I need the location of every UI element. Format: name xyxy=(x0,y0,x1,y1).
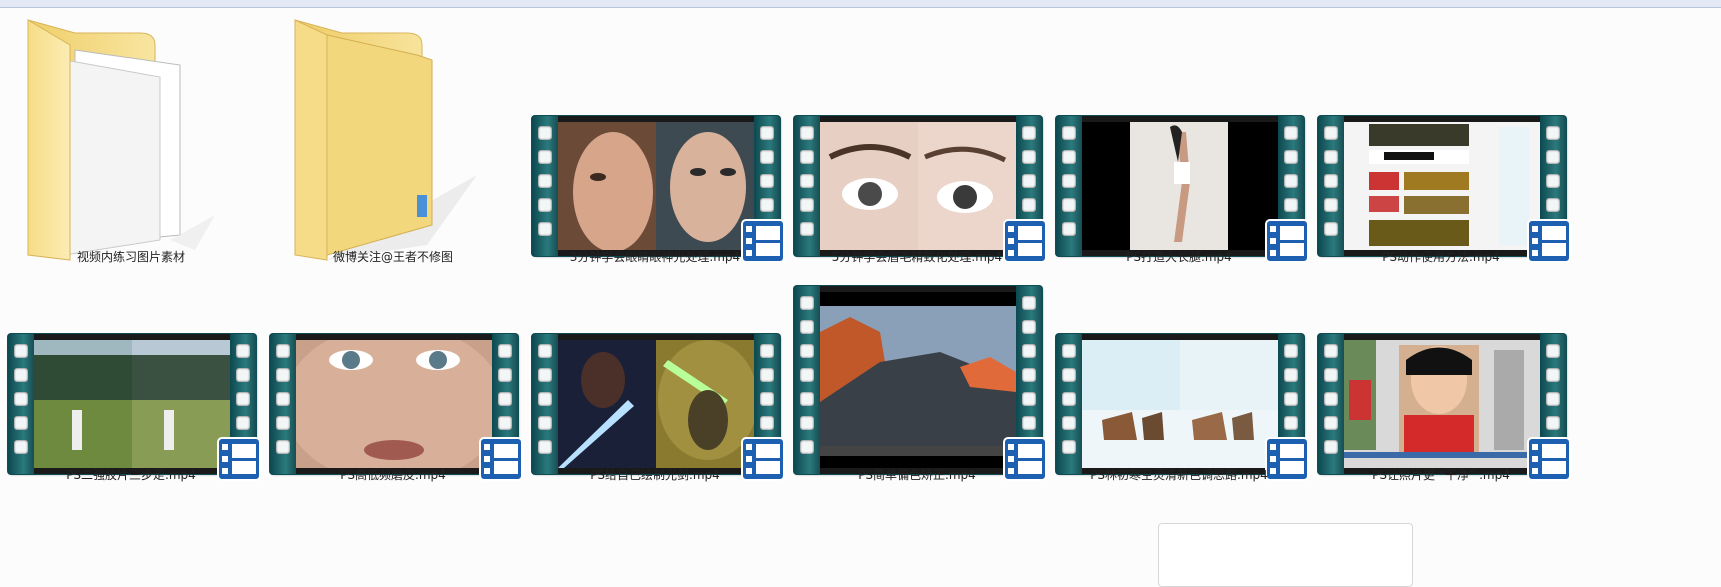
film-strip xyxy=(1056,116,1082,256)
film-strip xyxy=(532,334,558,474)
film-strip xyxy=(794,116,820,256)
video-file-icon xyxy=(532,334,785,481)
folder-icon xyxy=(294,19,477,261)
video-item[interactable]: PS动作使用方法.mp4 xyxy=(1310,10,1572,270)
video-preview xyxy=(820,292,1016,468)
item-label: PS高低频磨皮.mp4 xyxy=(340,468,446,482)
item-label: PS林初寒空灵清新色调思路.mp4 xyxy=(1090,468,1268,482)
video-preview xyxy=(558,122,754,250)
folder-item-practice-images[interactable]: 视频内练习图片素材 xyxy=(0,10,262,270)
item-label: 3分钟学会眼睛眼神光处理.mp4 xyxy=(569,250,741,264)
film-strip xyxy=(532,116,558,256)
item-hover-box xyxy=(1158,523,1413,587)
video-file-icon xyxy=(1056,334,1309,481)
video-item[interactable]: PS让照片更 “干净” .mp4 xyxy=(1310,290,1572,520)
video-item[interactable]: 5分钟学会眉毛精致化处理.mp4 xyxy=(786,10,1048,270)
window-top-edge xyxy=(0,0,1721,8)
video-file-icon xyxy=(794,116,1047,263)
video-preview xyxy=(558,340,754,468)
folder-item-weibo[interactable]: 微博关注@王者不修图 xyxy=(262,10,524,270)
video-item[interactable]: PS二强胶片三步走.mp4 xyxy=(0,290,262,520)
video-file-icon xyxy=(1318,334,1571,481)
video-preview xyxy=(1344,122,1540,250)
film-strip xyxy=(1056,334,1082,474)
item-label: 5分钟学会眉毛精致化处理.mp4 xyxy=(831,250,1003,264)
video-preview xyxy=(34,340,230,468)
item-label: PS二强胶片三步走.mp4 xyxy=(66,468,196,482)
video-file-icon xyxy=(270,334,523,481)
video-item[interactable]: PS高低频磨皮.mp4 xyxy=(262,290,524,520)
item-label: PS给自己绘制光剑.mp4 xyxy=(590,468,720,482)
film-strip xyxy=(270,334,296,474)
video-item[interactable]: PS打造大长腿.mp4 xyxy=(1048,10,1310,270)
video-preview xyxy=(1082,122,1278,250)
item-label: 微博关注@王者不修图 xyxy=(332,250,453,264)
video-item[interactable]: PS简单偏色矫正.mp4 xyxy=(786,286,1048,520)
film-strip xyxy=(1318,116,1344,256)
video-file-icon xyxy=(532,116,785,263)
item-label: PS打造大长腿.mp4 xyxy=(1126,250,1232,264)
video-item[interactable]: PS给自己绘制光剑.mp4 xyxy=(524,290,786,520)
video-file-icon xyxy=(1056,116,1309,263)
video-preview xyxy=(820,122,1016,250)
video-item[interactable]: 3分钟学会眼睛眼神光处理.mp4 xyxy=(524,10,786,270)
item-label: PS让照片更 “干净” .mp4 xyxy=(1372,468,1510,482)
video-file-icon xyxy=(1318,116,1571,263)
video-preview xyxy=(296,340,492,468)
film-strip xyxy=(8,334,34,474)
film-strip xyxy=(1318,334,1344,474)
video-preview xyxy=(1344,340,1540,468)
video-preview xyxy=(1082,340,1278,468)
video-file-icon xyxy=(794,286,1047,481)
item-label: PS简单偏色矫正.mp4 xyxy=(858,468,976,482)
folder-icon xyxy=(27,19,215,261)
item-label: PS动作使用方法.mp4 xyxy=(1382,250,1500,264)
video-file-icon xyxy=(8,334,261,481)
video-item[interactable]: PS林初寒空灵清新色调思路.mp4 xyxy=(1048,290,1310,520)
item-label: 视频内练习图片素材 xyxy=(76,250,185,264)
film-strip xyxy=(794,286,820,474)
